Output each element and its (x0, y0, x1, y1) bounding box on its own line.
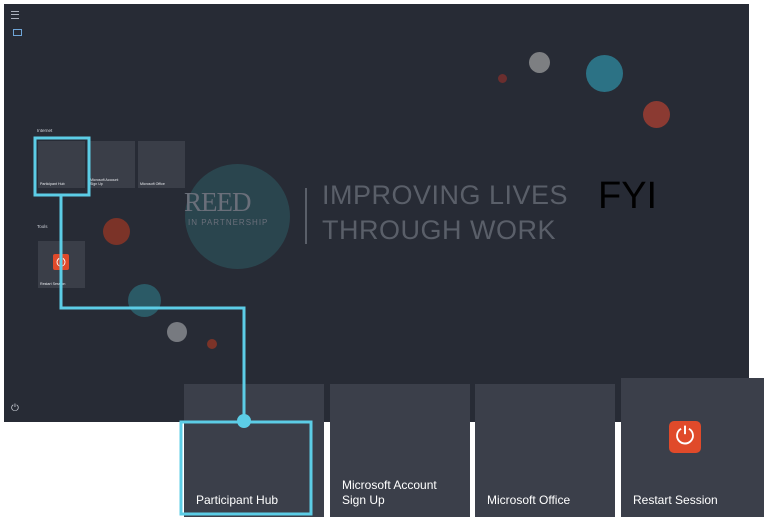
decor-bubble (128, 284, 161, 317)
annotation-fyi: FYI (598, 175, 658, 217)
tile-participant-hub[interactable]: Participant Hub (38, 141, 85, 188)
pinned-app-icon[interactable] (13, 29, 22, 36)
tile-restart-session[interactable]: ⏻ Restart Session (38, 241, 85, 288)
decor-bubble (167, 322, 187, 342)
slogan-line-2: THROUGH WORK (322, 215, 556, 245)
tile-label: Microsoft Office (487, 493, 571, 507)
left-rail: ⏻ (4, 4, 26, 422)
slogan-line-1: IMPROVING LIVES (322, 180, 569, 210)
zoom-tile-microsoft-account-sign-up[interactable]: Microsoft Account Sign Up (330, 384, 470, 517)
decor-bubble (529, 52, 550, 73)
zoom-tile-restart-session[interactable]: ⏻ Restart Session (621, 378, 764, 517)
tile-microsoft-office[interactable]: Microsoft Office (138, 141, 185, 188)
decor-bubble (103, 218, 130, 245)
zoomed-tiles: Participant Hub Microsoft Account Sign U… (184, 378, 764, 517)
section-label-internet: Internet (37, 128, 53, 133)
power-button-icon: ⏻ (53, 254, 69, 270)
hamburger-icon[interactable] (11, 11, 19, 19)
tile-microsoft-account-sign-up[interactable]: Microsoft Account Sign Up (88, 141, 135, 188)
tile-label: Microsoft Account Sign Up (342, 478, 437, 507)
zoom-tile-microsoft-office[interactable]: Microsoft Office (475, 384, 615, 517)
decor-bubble (498, 74, 507, 83)
decor-bubble (643, 101, 670, 128)
tile-label: Restart Session (633, 493, 718, 507)
tile-label: Restart Session (40, 282, 66, 286)
power-icon[interactable]: ⏻ (11, 404, 19, 414)
section-label-tools: Tools (37, 224, 48, 229)
tile-label: Participant Hub (40, 182, 65, 186)
reed-logo: REED (184, 187, 251, 217)
decor-bubble (207, 339, 217, 349)
logo-divider (305, 188, 307, 244)
zoom-tile-participant-hub[interactable]: Participant Hub (184, 384, 324, 517)
reed-logo-subtitle: IN PARTNERSHIP (188, 218, 269, 227)
tile-label: Microsoft Account Sign Up (90, 178, 119, 186)
decor-bubble (586, 55, 623, 92)
power-button-icon: ⏻ (669, 421, 701, 453)
tile-label: Participant Hub (196, 493, 279, 507)
tile-label: Microsoft Office (140, 182, 165, 186)
